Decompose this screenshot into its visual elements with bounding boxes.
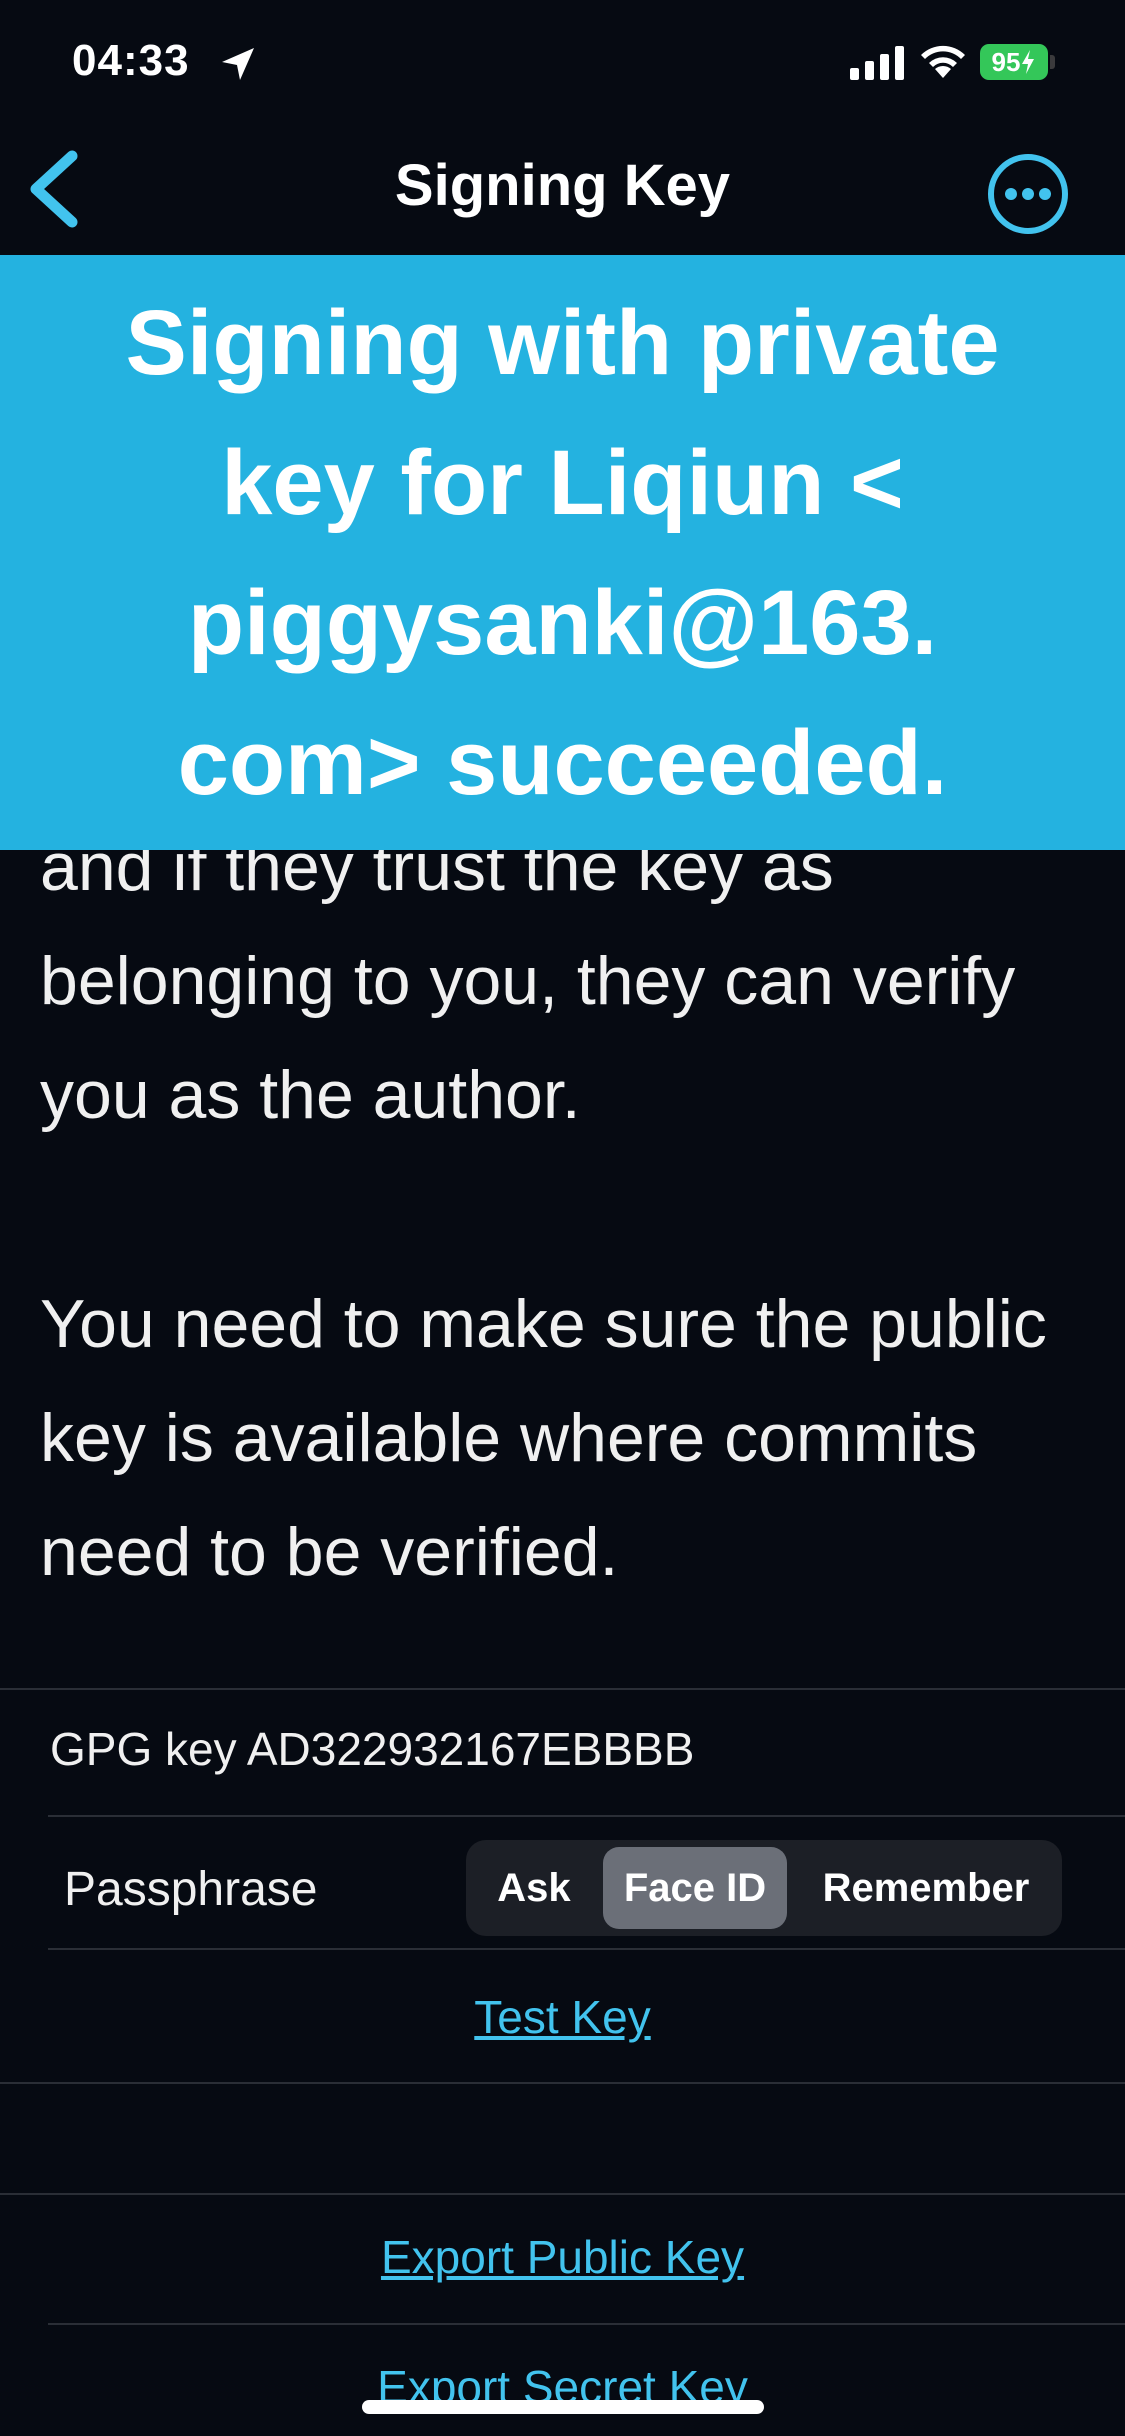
description-paragraph-1: and if they trust the key as belonging t… <box>40 829 1016 1133</box>
signing-key-screen: 04:33 95 Signing Key Signing with privat… <box>0 0 1125 2436</box>
export-public-key-button[interactable]: Export Public Key <box>0 2230 1125 2284</box>
ellipsis-circle-icon[interactable] <box>986 152 1070 236</box>
section-divider <box>0 1688 1125 1690</box>
status-time: 04:33 <box>72 36 190 85</box>
navigation-bar: Signing Key <box>0 130 1125 255</box>
battery-level: 95 <box>991 46 1021 77</box>
row-divider <box>48 1815 1125 1817</box>
battery-cap <box>1050 55 1055 69</box>
home-indicator[interactable] <box>362 2400 764 2414</box>
location-arrow-icon <box>222 48 254 80</box>
page-title: Signing Key <box>394 153 731 218</box>
status-bar: 04:33 95 <box>0 0 1125 130</box>
segment-ask[interactable]: Ask <box>466 1847 602 1929</box>
section-divider <box>0 2082 1125 2084</box>
passphrase-segmented-control: Ask Face ID Remember <box>466 1840 1062 1936</box>
segment-face-id[interactable]: Face ID <box>603 1847 787 1929</box>
cellular-signal-icon <box>850 46 904 80</box>
segment-remember[interactable]: Remember <box>796 1847 1056 1929</box>
passphrase-label: Passphrase <box>64 1863 318 1916</box>
success-toast[interactable]: Signing with private key for Liqiun < pi… <box>0 255 1125 850</box>
row-divider <box>48 2323 1125 2325</box>
section-divider <box>0 2193 1125 2195</box>
row-divider <box>48 1948 1125 1950</box>
charging-bolt-icon <box>1022 50 1035 74</box>
gpg-key-label: GPG key AD322932167EBBBB <box>50 1723 695 1775</box>
test-key-button[interactable]: Test Key <box>0 1990 1125 2044</box>
description-paragraph-2: You need to make sure the public key is … <box>40 1286 1047 1590</box>
wifi-icon <box>921 45 965 78</box>
toast-message: Signing with private key for Liqiun < pi… <box>125 291 1000 814</box>
battery-indicator: 95 <box>980 44 1048 80</box>
